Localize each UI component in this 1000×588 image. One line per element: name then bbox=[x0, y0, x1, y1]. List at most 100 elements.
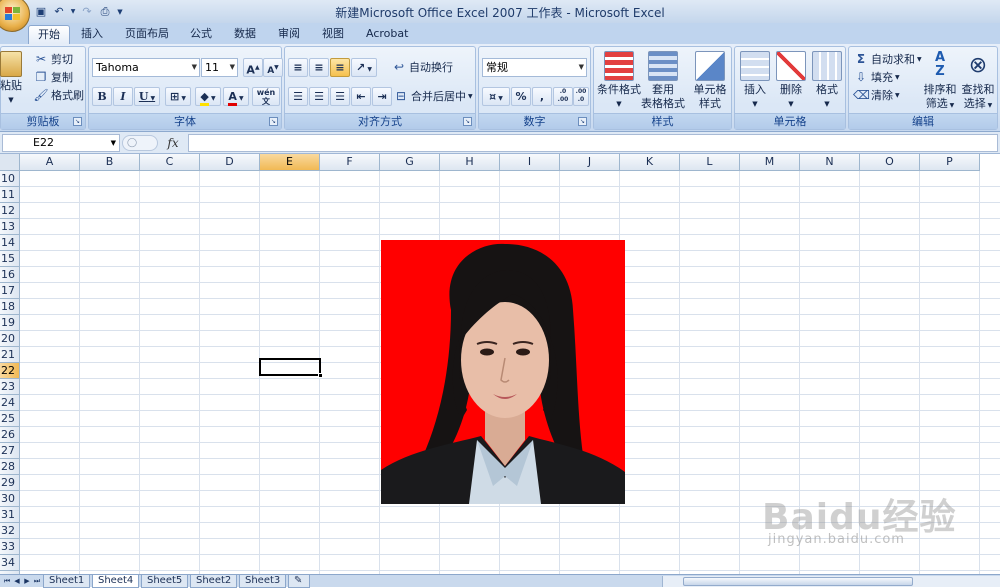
row-header-10[interactable]: 10 bbox=[0, 171, 20, 187]
spreadsheet-grid[interactable]: ABCDEFGHIJKLMNOP 10 11 12 13 14 15 16 17 18 19 20 2… bbox=[0, 154, 1000, 574]
increase-indent-button[interactable]: ⇥ bbox=[372, 87, 392, 106]
row-header-12[interactable]: 12 bbox=[0, 203, 20, 219]
sheet-tab-sheet4[interactable]: Sheet4 bbox=[92, 575, 140, 588]
row-header-15[interactable]: 15 bbox=[0, 251, 20, 267]
next-sheet-icon[interactable]: ▶ bbox=[22, 576, 32, 587]
row-header-21[interactable]: 21 bbox=[0, 347, 20, 363]
row-header-27[interactable]: 27 bbox=[0, 443, 20, 459]
column-header-p[interactable]: P bbox=[920, 154, 980, 171]
row-header-20[interactable]: 20 bbox=[0, 331, 20, 347]
row-header-19[interactable]: 19 bbox=[0, 315, 20, 331]
tab-home[interactable]: 开始 bbox=[28, 25, 70, 44]
italic-button[interactable]: I bbox=[113, 87, 133, 106]
clipboard-launcher-icon[interactable]: ↘ bbox=[73, 117, 82, 126]
column-header-l[interactable]: L bbox=[680, 154, 740, 171]
horizontal-scrollbar[interactable] bbox=[662, 576, 1000, 587]
grow-font-button[interactable]: A▲ bbox=[243, 58, 263, 77]
font-color-button[interactable]: A ▼ bbox=[223, 87, 249, 106]
copy-button[interactable]: ❐ 复制 bbox=[33, 69, 73, 85]
formula-input[interactable] bbox=[188, 134, 998, 152]
row-header-16[interactable]: 16 bbox=[0, 267, 20, 283]
row-header-31[interactable]: 31 bbox=[0, 507, 20, 523]
select-all-button[interactable] bbox=[0, 154, 20, 171]
conditional-format-button[interactable]: 条件格式 ▼ bbox=[596, 51, 642, 111]
align-middle-button[interactable]: ≡ bbox=[309, 58, 329, 77]
paste-button[interactable]: 粘贴 ▼ bbox=[0, 51, 23, 107]
currency-button[interactable]: ¤ ▼ bbox=[482, 87, 510, 106]
column-header-e[interactable]: E bbox=[260, 154, 320, 171]
sheet-tab-sheet2[interactable]: Sheet2 bbox=[190, 575, 238, 588]
row-header-34[interactable]: 34 bbox=[0, 555, 20, 571]
number-format-select[interactable]: 常规 ▼ bbox=[482, 58, 587, 77]
name-box[interactable]: E22 ▼ bbox=[2, 134, 120, 152]
row-header-23[interactable]: 23 bbox=[0, 379, 20, 395]
tab-view[interactable]: 视图 bbox=[313, 25, 353, 44]
underline-button[interactable]: U ▼ bbox=[134, 87, 160, 106]
row-header-18[interactable]: 18 bbox=[0, 299, 20, 315]
row-header-28[interactable]: 28 bbox=[0, 459, 20, 475]
wrap-text-button[interactable]: ↩ 自动换行 bbox=[391, 59, 453, 75]
align-right-button[interactable]: ☰ bbox=[330, 87, 350, 106]
alignment-launcher-icon[interactable]: ↘ bbox=[463, 117, 472, 126]
horizontal-scroll-thumb[interactable] bbox=[683, 577, 913, 586]
format-as-table-button[interactable]: 套用 表格格式 bbox=[640, 51, 686, 111]
align-left-button[interactable]: ☰ bbox=[288, 87, 308, 106]
align-bottom-button[interactable]: ≡ bbox=[330, 58, 350, 77]
column-header-a[interactable]: A bbox=[20, 154, 80, 171]
decrease-decimal-button[interactable]: .00 .0 bbox=[573, 87, 589, 106]
row-header-29[interactable]: 29 bbox=[0, 475, 20, 491]
column-header-k[interactable]: K bbox=[620, 154, 680, 171]
row-header-22[interactable]: 22 bbox=[0, 363, 20, 379]
tab-data[interactable]: 数据 bbox=[225, 25, 265, 44]
tab-insert[interactable]: 插入 bbox=[72, 25, 112, 44]
column-header-i[interactable]: I bbox=[500, 154, 560, 171]
fill-handle[interactable] bbox=[318, 373, 323, 378]
column-header-f[interactable]: F bbox=[320, 154, 380, 171]
cut-button[interactable]: ✂ 剪切 bbox=[33, 51, 73, 67]
row-header-24[interactable]: 24 bbox=[0, 395, 20, 411]
increase-decimal-button[interactable]: .0 .00 bbox=[553, 87, 573, 106]
font-size-select[interactable]: 11 ▼ bbox=[201, 58, 238, 77]
row-header-30[interactable]: 30 bbox=[0, 491, 20, 507]
sheet-tab-sheet3[interactable]: Sheet3 bbox=[239, 575, 287, 588]
format-cells-button[interactable]: 格式 ▼ bbox=[809, 51, 845, 111]
column-header-m[interactable]: M bbox=[740, 154, 800, 171]
align-center-button[interactable]: ☰ bbox=[309, 87, 329, 106]
row-header-14[interactable]: 14 bbox=[0, 235, 20, 251]
column-header-j[interactable]: J bbox=[560, 154, 620, 171]
row-header-17[interactable]: 17 bbox=[0, 283, 20, 299]
merge-center-button[interactable]: ⊟ 合并后居中 ▼ bbox=[393, 88, 473, 104]
tab-acrobat[interactable]: Acrobat bbox=[357, 25, 417, 44]
cell-styles-button[interactable]: 单元格 样式 bbox=[688, 51, 732, 111]
decrease-indent-button[interactable]: ⇤ bbox=[351, 87, 371, 106]
number-launcher-icon[interactable]: ↘ bbox=[578, 117, 587, 126]
portrait-photo[interactable] bbox=[381, 240, 625, 504]
find-select-button[interactable]: ⊗ 查找和 选择 ▼ bbox=[959, 51, 997, 113]
sheet-tab-sheet1[interactable]: Sheet1 bbox=[43, 575, 91, 588]
active-cell-e22[interactable] bbox=[259, 358, 323, 378]
row-header-25[interactable]: 25 bbox=[0, 411, 20, 427]
sheet-tab-sheet5[interactable]: Sheet5 bbox=[141, 575, 189, 588]
phonetic-button[interactable]: wén 文 bbox=[252, 87, 280, 106]
orientation-button[interactable]: ↗ ▼ bbox=[351, 58, 377, 77]
prev-sheet-icon[interactable]: ◀ bbox=[12, 576, 22, 587]
row-header-26[interactable]: 26 bbox=[0, 427, 20, 443]
font-launcher-icon[interactable]: ↘ bbox=[269, 117, 278, 126]
fill-button[interactable]: ⇩ 填充 ▼ bbox=[853, 69, 900, 85]
first-sheet-icon[interactable]: ⏮ bbox=[2, 576, 12, 587]
row-header-32[interactable]: 32 bbox=[0, 523, 20, 539]
delete-cells-button[interactable]: 删除 ▼ bbox=[773, 51, 809, 111]
fill-color-button[interactable]: ◆ ▼ bbox=[195, 87, 221, 106]
autosum-button[interactable]: Σ 自动求和 ▼ bbox=[853, 51, 922, 67]
column-header-c[interactable]: C bbox=[140, 154, 200, 171]
column-header-b[interactable]: B bbox=[80, 154, 140, 171]
shrink-font-button[interactable]: A▼ bbox=[263, 58, 283, 77]
format-painter-button[interactable]: 🖌 格式刷 bbox=[33, 87, 84, 103]
insert-sheet-icon[interactable]: ✎ bbox=[288, 575, 310, 588]
clear-button[interactable]: ⌫ 清除 ▼ bbox=[853, 87, 900, 103]
align-top-button[interactable]: ≡ bbox=[288, 58, 308, 77]
column-header-o[interactable]: O bbox=[860, 154, 920, 171]
sort-filter-button[interactable]: AZ 排序和 筛选 ▼ bbox=[921, 51, 959, 113]
column-header-d[interactable]: D bbox=[200, 154, 260, 171]
last-sheet-icon[interactable]: ⏭ bbox=[32, 576, 42, 587]
